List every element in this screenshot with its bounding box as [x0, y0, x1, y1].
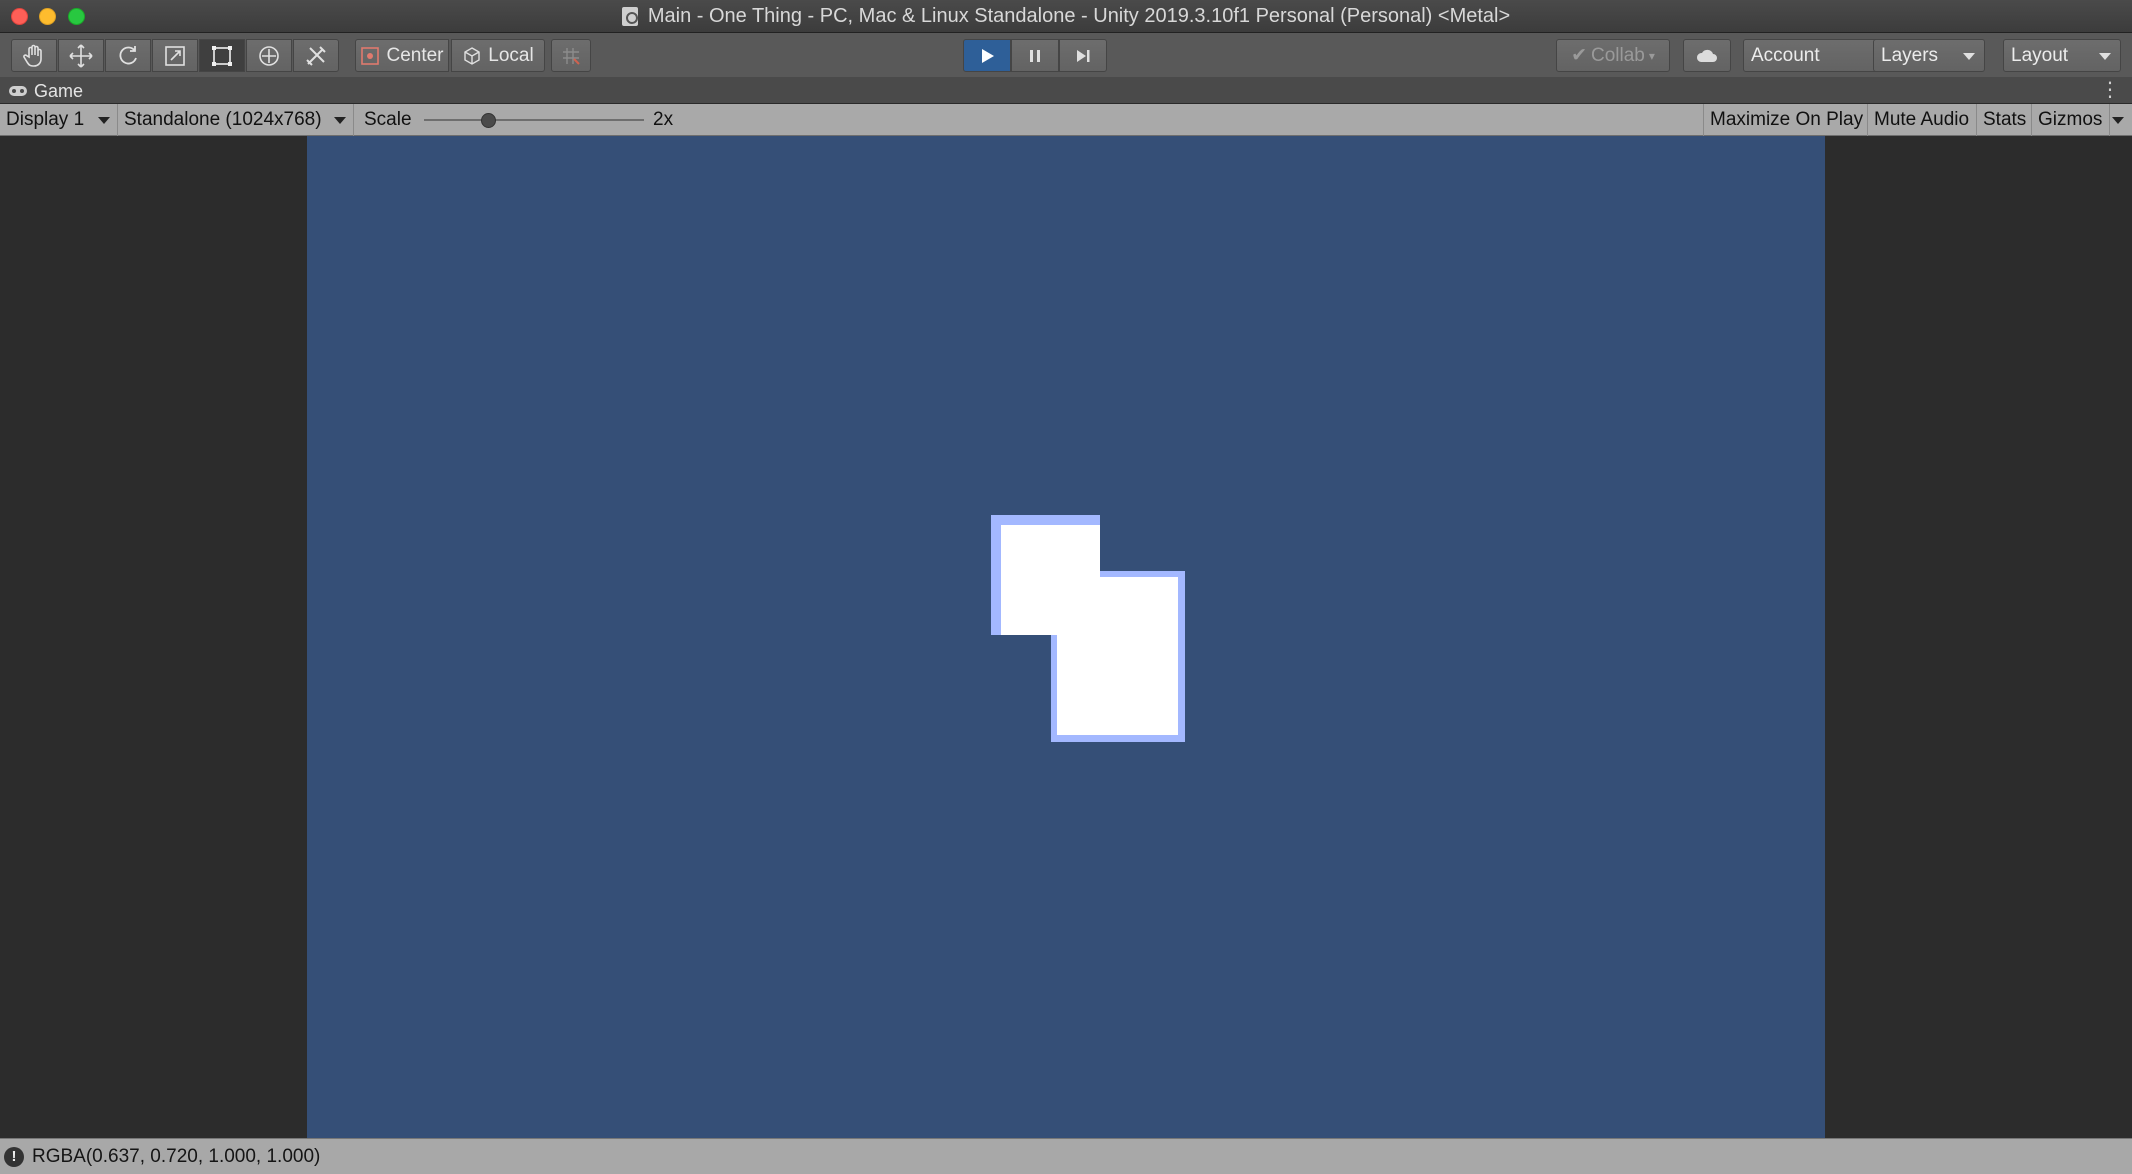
chevron-down-icon [334, 117, 346, 124]
unity-editor-window: Main - One Thing - PC, Mac & Linux Stand… [0, 0, 2132, 1174]
pivot-center-icon [361, 46, 380, 65]
layers-dropdown[interactable]: Layers [1873, 39, 1985, 72]
warning-icon: ! [4, 1146, 24, 1167]
transform-icon [259, 45, 279, 66]
rotate-tool-button[interactable] [105, 39, 151, 72]
scene-file-icon [621, 7, 638, 26]
move-tool-button[interactable] [58, 39, 104, 72]
step-button[interactable] [1059, 39, 1107, 72]
hand-tool-button[interactable] [11, 39, 57, 72]
pause-icon [1030, 49, 1040, 62]
checkmark-icon: ✔ [1571, 45, 1587, 66]
block-bottom [1057, 577, 1178, 735]
rect-tool-button[interactable] [199, 39, 245, 72]
tools-icon [306, 45, 326, 66]
play-icon [982, 48, 994, 63]
maximize-on-play-toggle[interactable]: Maximize On Play [1703, 104, 1868, 136]
game-view-toolbar: Display 1 Standalone (1024x768) Scale 2x… [0, 104, 2132, 136]
window-title-group: Main - One Thing - PC, Mac & Linux Stand… [0, 0, 2132, 33]
transform-tool-button[interactable] [246, 39, 292, 72]
gizmos-toggle[interactable]: Gizmos [2032, 104, 2110, 136]
account-label: Account [1751, 44, 1820, 66]
scale-tool-button[interactable] [152, 39, 198, 72]
grid-snapping-button[interactable] [551, 39, 591, 72]
hand-icon [23, 44, 42, 67]
pivot-mode-label: Center [386, 44, 444, 66]
play-button[interactable] [963, 39, 1011, 72]
rect-transform-icon [212, 45, 232, 66]
display-dropdown[interactable]: Display 1 [0, 104, 118, 136]
custom-tool-button[interactable] [293, 39, 339, 72]
mute-audio-toggle[interactable]: Mute Audio [1868, 104, 1977, 136]
rotate-icon [119, 45, 137, 64]
scale-value: 2x [653, 109, 674, 130]
tab-game[interactable]: Game [8, 79, 83, 103]
panel-tab-bar: Game ⋮ [0, 77, 2132, 104]
layout-dropdown[interactable]: Layout [2003, 39, 2121, 72]
game-tab-label: Game [34, 80, 84, 101]
pivot-rotation-label: Local [488, 44, 534, 66]
window-title: Main - One Thing - PC, Mac & Linux Stand… [647, 5, 1511, 27]
pivot-mode-toggle[interactable]: Center [355, 39, 449, 72]
chevron-down-icon [98, 117, 110, 124]
collab-label: Collab [1591, 44, 1645, 66]
chevron-down-icon [1963, 53, 1975, 60]
scale-label: Scale [364, 109, 412, 130]
step-forward-icon [1077, 49, 1090, 62]
layout-label: Layout [2011, 44, 2069, 66]
status-message: RGBA(0.637, 0.720, 1.000, 1.000) [32, 1145, 321, 1167]
game-viewport[interactable] [0, 136, 2132, 1138]
cloud-icon [1696, 49, 1717, 62]
gamepad-icon [9, 86, 27, 96]
main-toolbar: Center Local ✔ Collab ▾ Account Layers L… [0, 33, 2132, 77]
cloud-services-button[interactable] [1683, 39, 1731, 72]
move-arrows-icon [69, 43, 93, 68]
collab-button[interactable]: ✔ Collab ▾ [1556, 39, 1670, 72]
stats-toggle[interactable]: Stats [1977, 104, 2032, 136]
status-bar[interactable]: ! RGBA(0.637, 0.720, 1.000, 1.000) [0, 1138, 2132, 1174]
layers-label: Layers [1881, 44, 1939, 66]
pause-button[interactable] [1011, 39, 1059, 72]
pivot-rotation-toggle[interactable]: Local [451, 39, 545, 72]
scale-icon [165, 45, 185, 66]
panel-menu-icon[interactable]: ⋮ [2100, 80, 2120, 100]
title-bar: Main - One Thing - PC, Mac & Linux Stand… [0, 0, 2132, 33]
resolution-dropdown[interactable]: Standalone (1024x768) [118, 104, 354, 136]
chevron-down-icon: ▾ [1648, 48, 1655, 63]
display-label: Display 1 [6, 109, 85, 130]
chevron-down-icon [2099, 53, 2111, 60]
gizmos-dropdown-arrow[interactable] [2112, 117, 2124, 124]
game-render-area[interactable] [307, 136, 1825, 1138]
grid-snap-icon [563, 47, 580, 65]
scale-slider-track[interactable] [424, 119, 644, 121]
local-cube-icon [464, 46, 480, 65]
resolution-label: Standalone (1024x768) [124, 109, 322, 130]
scale-slider-thumb[interactable] [481, 113, 496, 128]
